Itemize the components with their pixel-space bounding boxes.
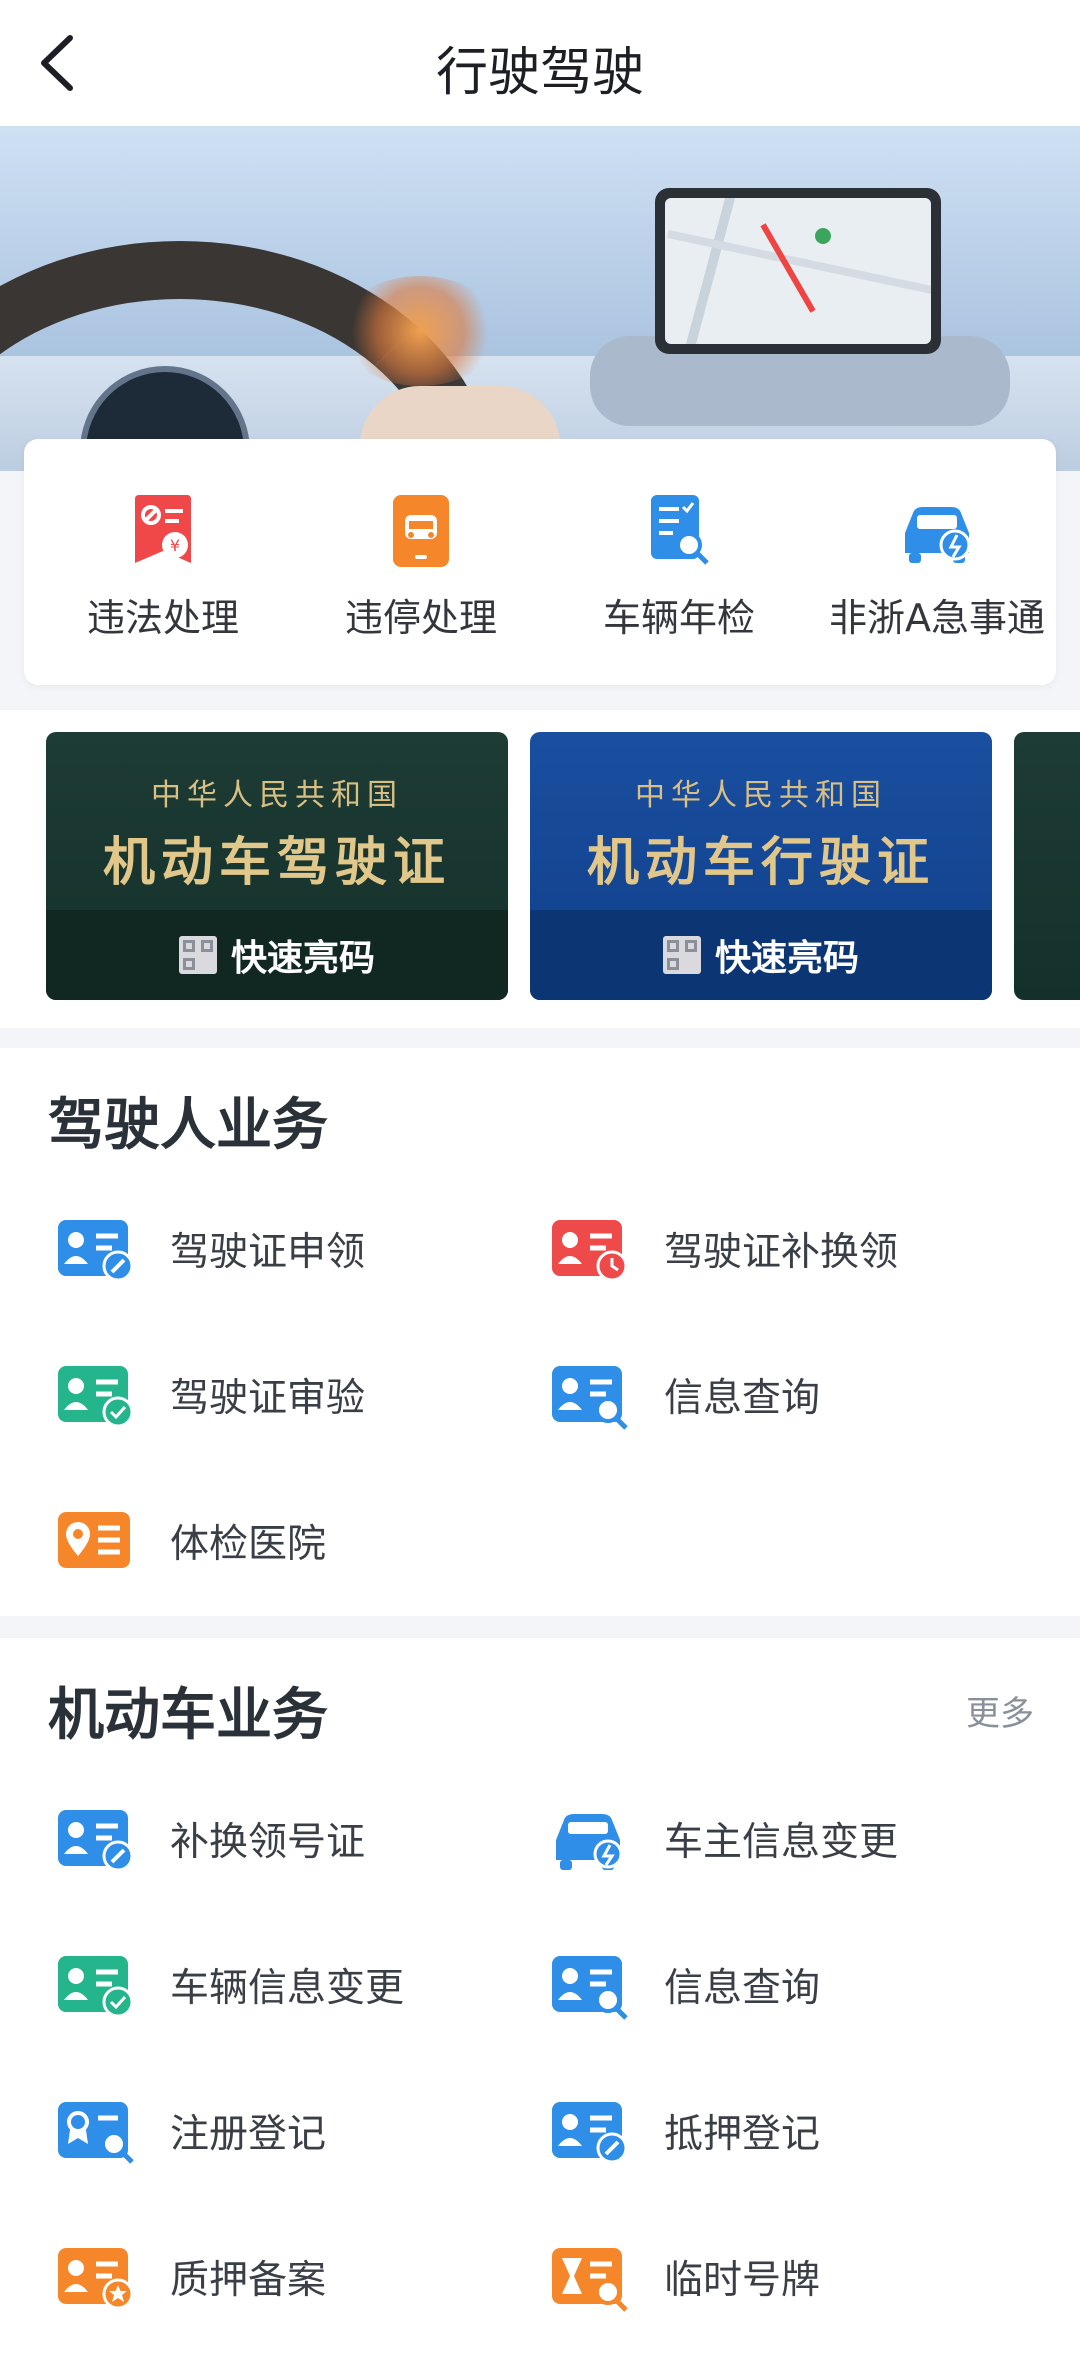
service-item[interactable]: 信息查询 — [550, 1940, 820, 2030]
more-link[interactable]: 更多 — [966, 1686, 1034, 1735]
svg-text:¥: ¥ — [170, 536, 180, 555]
service-label: 信息查询 — [664, 1376, 821, 1421]
service-item[interactable]: 车辆信息变更 — [56, 1940, 404, 2030]
service-label: 信息查询 — [664, 1966, 821, 2011]
quick-code-button[interactable]: 快速亮码 — [530, 910, 992, 1000]
service-item[interactable]: 临时号牌 — [550, 2232, 820, 2322]
quick-action-inspection[interactable]: 车辆年检 — [550, 493, 808, 642]
qr-code-icon — [178, 936, 217, 974]
quick-code-label: 快速亮码 — [714, 938, 859, 979]
service-item[interactable]: 补换领号证 — [56, 1794, 365, 1884]
vehicle-license-card[interactable]: 中华人民共和国 机动车行驶证 快速亮码 — [530, 732, 992, 1000]
qr-code-icon — [662, 936, 701, 974]
owner-change-icon — [550, 1804, 630, 1874]
quick-action-label: 非浙A急事通 — [829, 596, 1045, 640]
service-label: 车主信息变更 — [664, 1820, 899, 1865]
service-label: 注册登记 — [170, 2112, 327, 2157]
vehicle-business-section: 机动车业务 更多 补换领号证 车主信息变更 车辆信息变更 信息查询 注册登记 抵… — [0, 1638, 1080, 2363]
card-title: 机动车行驶证 — [586, 832, 935, 893]
license-apply-icon — [56, 1214, 136, 1284]
service-item[interactable]: 信息查询 — [550, 1350, 820, 1440]
license-card-carousel[interactable]: 中华人民共和国 机动车驾驶证 快速亮码 中华人民共和国 机动车行驶证 快速亮码 — [0, 710, 1080, 1028]
quick-code-button[interactable]: 快速亮码 — [46, 910, 508, 1000]
service-item[interactable]: 注册登记 — [56, 2086, 326, 2176]
card-issuer: 中华人民共和国 — [635, 778, 887, 813]
quick-actions-card: ¥ 违法处理 违停处理 车辆年检 非浙A急事通 — [24, 439, 1056, 685]
quick-action-violation[interactable]: ¥ 违法处理 — [34, 493, 292, 642]
card-title: 机动车驾驶证 — [102, 832, 451, 893]
violation-ticket-icon: ¥ — [129, 493, 197, 569]
quick-action-parking[interactable]: 违停处理 — [292, 493, 550, 642]
service-label: 临时号牌 — [664, 2258, 821, 2303]
service-label: 质押备案 — [170, 2258, 327, 2303]
quick-code-label: 快速亮码 — [230, 938, 375, 979]
service-label: 补换领号证 — [170, 1820, 366, 1865]
next-card-peek[interactable] — [1014, 732, 1080, 1000]
driving-license-card[interactable]: 中华人民共和国 机动车驾驶证 快速亮码 — [46, 732, 508, 1000]
parking-violation-icon — [387, 493, 455, 569]
service-item[interactable]: 体检医院 — [56, 1496, 326, 1586]
section-title: 机动车业务 — [48, 1683, 328, 1748]
quick-action-urgent[interactable]: 非浙A急事通 — [808, 493, 1066, 642]
service-label: 车辆信息变更 — [170, 1966, 405, 2011]
license-verify-icon — [56, 1360, 136, 1430]
register-icon — [56, 2096, 136, 2166]
service-label: 抵押登记 — [664, 2112, 821, 2157]
top-bar: 行驶驾驶 — [0, 0, 1080, 126]
vehicle-change-icon — [56, 1950, 136, 2020]
pledge-icon — [56, 2242, 136, 2312]
quick-action-label: 车辆年检 — [602, 596, 755, 640]
page-title: 行驶驾驶 — [435, 43, 644, 103]
quick-action-label: 违停处理 — [344, 596, 497, 640]
inspection-icon — [645, 493, 713, 569]
driver-business-section: 驾驶人业务 驾驶证申领 驾驶证补换领 驾驶证审验 信息查询 体检医院 — [0, 1048, 1080, 1616]
service-item[interactable]: 质押备案 — [56, 2232, 326, 2322]
section-title: 驾驶人业务 — [48, 1093, 328, 1158]
service-item[interactable]: 抵押登记 — [550, 2086, 820, 2176]
license-renew-icon — [550, 1214, 630, 1284]
mortgage-icon — [550, 2096, 630, 2166]
service-label: 体检医院 — [170, 1522, 327, 1567]
quick-action-label: 违法处理 — [86, 596, 239, 640]
temp-plate-icon — [550, 2242, 630, 2312]
hospital-location-icon — [56, 1506, 136, 1576]
info-search-icon — [550, 1950, 630, 2020]
service-item[interactable]: 车主信息变更 — [550, 1794, 898, 1884]
card-issuer: 中华人民共和国 — [151, 778, 403, 813]
info-search-icon — [550, 1360, 630, 1430]
navigation-screen-image — [655, 188, 941, 354]
hero-banner — [0, 126, 1080, 471]
plate-renew-icon — [56, 1804, 136, 1874]
service-item[interactable]: 驾驶证审验 — [56, 1350, 365, 1440]
car-urgent-icon — [897, 493, 977, 569]
service-item[interactable]: 驾驶证补换领 — [550, 1204, 898, 1294]
service-label: 驾驶证审验 — [170, 1376, 366, 1421]
service-item[interactable]: 驾驶证申领 — [56, 1204, 365, 1294]
service-label: 驾驶证补换领 — [664, 1230, 899, 1275]
service-label: 驾驶证申领 — [170, 1230, 366, 1275]
